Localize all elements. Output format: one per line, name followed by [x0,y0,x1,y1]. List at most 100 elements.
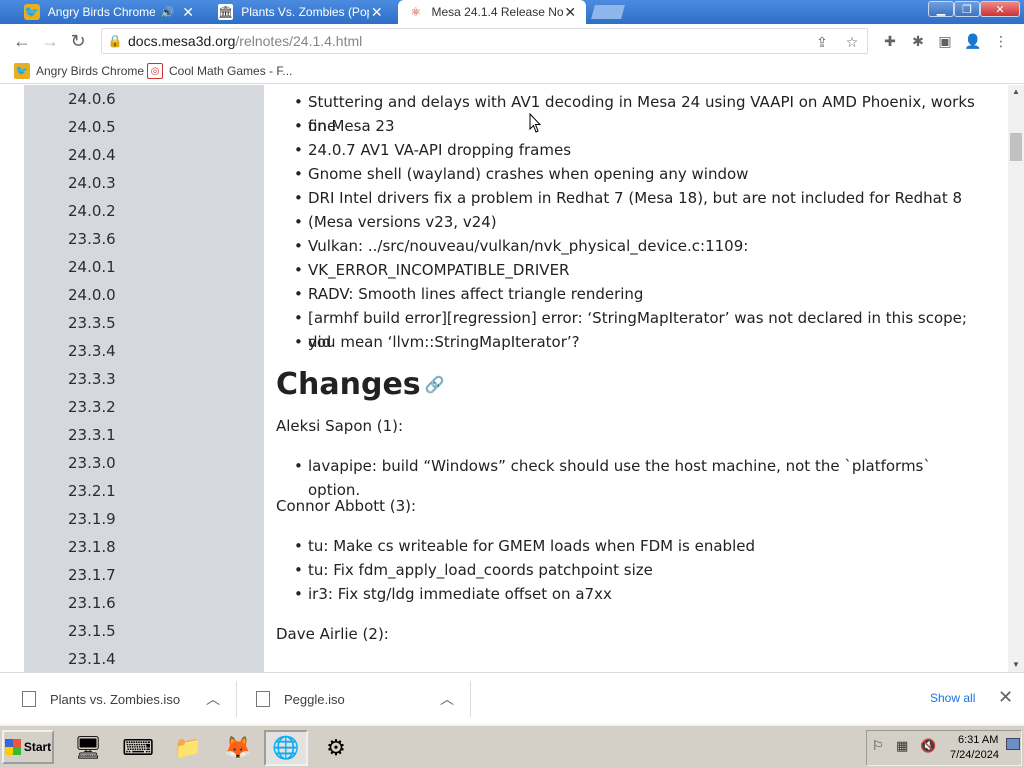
version-link[interactable]: 24.0.0 [68,286,116,304]
version-link[interactable]: 23.1.6 [68,594,116,612]
scroll-down-arrow-icon[interactable]: ▼ [1008,660,1024,669]
version-link[interactable]: 23.1.5 [68,622,116,640]
author-name: Connor Abbott (3): [276,497,417,515]
list-item-text: DRI Intel drivers fix a problem in Redha… [308,189,963,207]
list-item-text: (Mesa versions v23, v24) [308,213,497,231]
version-link[interactable]: 23.3.6 [68,230,116,248]
profile-icon[interactable]: 👤 [962,30,984,52]
close-icon[interactable]: ✕ [369,4,384,21]
share-icon[interactable]: ⇪ [812,32,832,52]
clock-date[interactable]: 7/24/2024 [950,749,999,761]
tab-mesa-release-notes[interactable]: ⚛ Mesa 24.1.4 Release Not ✕ [398,0,586,24]
scrollbar-thumb[interactable] [1010,133,1022,161]
divider [236,681,237,717]
chevron-up-icon[interactable]: ︿ [440,689,454,709]
list-item-continuation: (Mesa versions v23, v24) [294,210,978,234]
version-link[interactable]: 24.0.4 [68,146,116,164]
computer-icon[interactable]: 🖥 [66,730,110,766]
menu-icon[interactable]: ⋮ [990,30,1012,52]
extensions-icon[interactable]: ✚ [879,30,901,52]
folder-icon[interactable]: 📁 [166,730,210,766]
bookmark-label: Angry Birds Chrome [36,64,145,78]
list-item: DRI Intel drivers fix a problem in Redha… [294,186,978,210]
start-label: Start [23,740,52,754]
minimize-button[interactable]: ▁ [928,1,954,17]
show-desktop-icon[interactable] [1006,738,1020,750]
maximize-button[interactable]: ❐ [954,1,980,17]
reload-button[interactable]: ↻ [66,29,90,53]
download-filename: Plants vs. Zombies.iso [50,691,181,707]
clock-time[interactable]: 6:31 AM [958,734,998,746]
main-content: Stuttering and delays with AV1 decoding … [264,85,1008,672]
list-item: Vulkan: ../src/nouveau/vulkan/nvk_physic… [294,234,978,258]
tab-plants-vs-zombies[interactable]: 🏛 Plants Vs. Zombies (PopC ✕ [208,0,392,24]
close-icon[interactable]: ✕ [180,4,196,21]
bookmark-cool-math-games[interactable]: ◎ Cool Math Games - F... [147,62,292,80]
version-link[interactable]: 24.0.1 [68,258,116,276]
start-button[interactable]: Start [2,730,54,764]
scrollbar[interactable] [1008,85,1024,672]
list-item-continuation: VK_ERROR_INCOMPATIBLE_DRIVER [294,258,978,282]
file-icon [256,691,270,707]
scroll-up-arrow-icon[interactable]: ▲ [1008,87,1024,96]
angry-birds-icon: 🐦 [24,4,40,20]
download-item[interactable]: Plants vs. Zombies.iso ︿ [22,673,232,725]
settings-gear-icon[interactable]: ⚙ [314,730,358,766]
anchor-link-icon[interactable]: 🔗 [425,375,445,394]
version-link[interactable]: 23.3.3 [68,370,116,388]
version-link[interactable]: 23.3.5 [68,314,116,332]
mouse-cursor-icon [529,113,541,133]
author-name: Aleksi Sapon (1): [276,417,404,435]
bookmark-angry-birds[interactable]: 🐦 Angry Birds Chrome [14,62,144,80]
version-link[interactable]: 23.3.4 [68,342,116,360]
close-icon[interactable]: ✕ [998,687,1013,708]
download-shelf: Plants vs. Zombies.iso ︿ Peggle.iso ︿ Sh… [0,672,1024,724]
version-link[interactable]: 24.0.2 [68,202,116,220]
forward-button[interactable]: → [38,29,62,53]
list-item-continuation: on Mesa 23 [294,114,978,138]
lock-icon[interactable]: 🔒 [102,34,128,48]
version-link[interactable]: 23.3.1 [68,426,116,444]
version-link[interactable]: 23.1.9 [68,510,116,528]
url-host: docs.mesa3d.org [128,33,236,49]
url-path: /relnotes/24.1.4.html [235,33,363,49]
version-link[interactable]: 23.1.4 [68,650,116,668]
chrome-icon[interactable]: 🌐 [264,730,308,766]
tab-title: Angry Birds Chrome [47,5,155,19]
bookmark-star-icon[interactable]: ☆ [842,32,862,52]
version-link[interactable]: 23.3.0 [68,454,116,472]
show-all-downloads-link[interactable]: Show all [930,691,975,705]
version-link[interactable]: 23.3.2 [68,398,116,416]
list-item-text: Gnome shell (wayland) crashes when openi… [308,165,749,183]
firefox-icon[interactable]: 🦊 [216,730,260,766]
version-link[interactable]: 24.0.3 [68,174,116,192]
list-item: Gnome shell (wayland) crashes when openi… [294,162,978,186]
list-item: RADV: Smooth lines affect triangle rende… [294,282,978,306]
network-icon[interactable]: ▦ [896,738,908,754]
version-link[interactable]: 23.2.1 [68,482,116,500]
flag-icon[interactable]: ⚐ [872,738,884,754]
museum-icon: 🏛 [218,4,234,20]
list-item-continuation: you mean ‘llvm::StringMapIterator’? [294,330,978,354]
address-bar[interactable]: 🔒 docs.mesa3d.org/relnotes/24.1.4.html ⇪… [101,28,868,54]
version-link[interactable]: 23.1.8 [68,538,116,556]
version-link[interactable]: 24.0.6 [68,90,116,108]
version-link[interactable]: 24.0.5 [68,118,116,136]
speaker-icon[interactable]: 🔊 [161,6,175,19]
extension-icon[interactable]: ✱ [907,30,929,52]
chevron-up-icon[interactable]: ︿ [206,689,220,709]
file-icon [22,691,36,707]
volume-muted-icon[interactable]: 🔇 [920,738,936,754]
download-item[interactable]: Peggle.iso ︿ [256,673,466,725]
list-item: tu: Make cs writeable for GMEM loads whe… [294,534,978,558]
powershell-icon[interactable]: ⌨ [116,730,160,766]
back-button[interactable]: ← [10,29,34,53]
changes-heading: Changes 🔗 [276,367,445,402]
window-close-button[interactable]: ✕ [980,1,1020,17]
coolmath-icon: ◎ [147,63,163,79]
side-panel-icon[interactable]: ▣ [934,30,956,52]
tab-angry-birds[interactable]: 🐦 Angry Birds Chrome 🔊 ✕ [14,0,204,24]
version-link[interactable]: 23.1.7 [68,566,116,584]
close-icon[interactable]: ✕ [563,4,578,21]
new-tab-button[interactable] [591,5,625,19]
